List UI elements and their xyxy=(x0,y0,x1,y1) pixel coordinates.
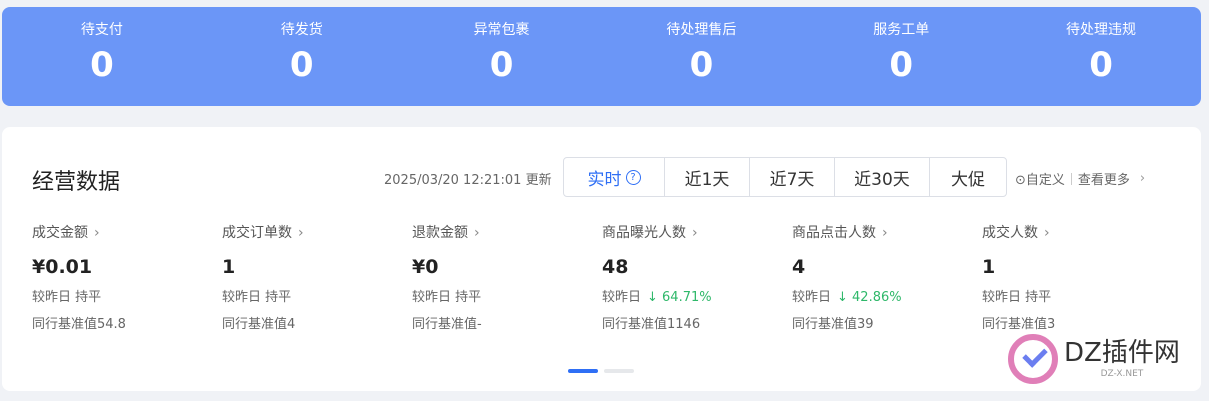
tab-realtime[interactable]: 实时 ? xyxy=(564,158,664,196)
metric-value: 48 xyxy=(602,256,629,278)
metric-label-link[interactable]: 商品点击人数 › xyxy=(792,224,972,242)
chevron-right-icon: › xyxy=(1044,225,1050,241)
stat-label: 服务工单 xyxy=(873,22,930,38)
tab-label: 实时 xyxy=(587,169,622,190)
stat-value: 0 xyxy=(889,45,914,85)
delta-down: ↓ 42.86% xyxy=(837,290,902,305)
metric-benchmark: 同行基准值3 xyxy=(982,317,1056,332)
stat-value: 0 xyxy=(689,45,714,85)
chevron-right-icon: › xyxy=(474,225,480,241)
metric-compare: 较昨日 持平 xyxy=(32,290,102,305)
stat-pending-payment[interactable]: 待支付 0 xyxy=(2,7,202,106)
watermark-title: DZ插件网 xyxy=(1064,338,1180,368)
stat-label: 待支付 xyxy=(80,22,123,38)
card-title: 经营数据 xyxy=(32,170,121,195)
metrics-row: 成交金额 › ¥0.01 较昨日 持平 同行基准值54.8 成交订单数 › 1 较昨… xyxy=(32,224,1182,344)
update-timestamp: 2025/03/20 12:21:01 更新 xyxy=(384,173,552,188)
metric-benchmark: 同行基准值39 xyxy=(792,317,874,332)
metric-value: 1 xyxy=(982,256,996,278)
stat-value: 0 xyxy=(289,45,314,85)
metric-exposure-users: 商品曝光人数 › 48 较昨日 ↓ 64.71% 同行基准值1146 xyxy=(602,224,782,334)
stat-pending-shipment[interactable]: 待发货 0 xyxy=(202,7,402,106)
card-tools: ⊙自定义 查看更多 › xyxy=(1015,169,1145,188)
metric-value: 4 xyxy=(792,256,806,278)
site-watermark: DZ插件网 DZ-X.NET xyxy=(1008,334,1180,384)
metric-label-link[interactable]: 退款金额 › xyxy=(412,224,592,242)
metric-label-link[interactable]: 商品曝光人数 › xyxy=(602,224,782,242)
view-more-link[interactable]: 查看更多 xyxy=(1078,169,1130,188)
tab-7-days[interactable]: 近7天 xyxy=(749,158,834,196)
pager-dot-2[interactable] xyxy=(604,369,634,373)
chevron-right-icon: › xyxy=(94,225,100,241)
stat-service-ticket[interactable]: 服务工单 0 xyxy=(801,7,1001,106)
metric-click-users: 商品点击人数 › 4 较昨日 ↓ 42.86% 同行基准值39 xyxy=(792,224,972,334)
metric-benchmark: 同行基准值4 xyxy=(222,317,296,332)
stat-value: 0 xyxy=(489,45,514,85)
delta-down: ↓ 64.71% xyxy=(647,290,712,305)
status-banner: 待支付 0 待发货 0 异常包裹 0 待处理售后 0 服务工单 0 待处理违规 … xyxy=(2,7,1201,106)
metric-label-link[interactable]: 成交金额 › xyxy=(32,224,212,242)
carousel-pager xyxy=(568,369,634,373)
metric-gmv: 成交金额 › ¥0.01 较昨日 持平 同行基准值54.8 xyxy=(32,224,212,334)
chevron-right-icon: › xyxy=(882,225,888,241)
time-range-tabs: 实时 ? 近1天 近7天 近30天 大促 xyxy=(563,157,1007,197)
chevron-right-icon: › xyxy=(298,225,304,241)
stat-label: 待发货 xyxy=(280,22,323,38)
metric-benchmark: 同行基准值54.8 xyxy=(32,317,126,332)
metric-value: ¥0.01 xyxy=(32,256,93,278)
watermark-subtitle: DZ-X.NET xyxy=(1100,369,1144,379)
pager-dot-1[interactable] xyxy=(568,369,598,373)
stat-label: 待处理售后 xyxy=(666,22,737,38)
metric-label-link[interactable]: 成交订单数 › xyxy=(222,224,402,242)
metric-benchmark: 同行基准值- xyxy=(412,317,482,332)
stat-value: 0 xyxy=(1089,45,1113,85)
metric-refund-amount: 退款金额 › ¥0 较昨日 持平 同行基准值- xyxy=(412,224,592,334)
tab-1-day[interactable]: 近1天 xyxy=(664,158,749,196)
metric-compare: 较昨日 ↓ 64.71% xyxy=(602,290,712,305)
metric-order-count: 成交订单数 › 1 较昨日 持平 同行基准值4 xyxy=(222,224,402,334)
chevron-right-icon: › xyxy=(1139,171,1146,186)
tab-30-days[interactable]: 近30天 xyxy=(834,158,929,196)
stat-value: 0 xyxy=(90,45,114,85)
metric-value: 1 xyxy=(222,256,236,278)
metric-label-link[interactable]: 成交人数 › xyxy=(982,224,1162,242)
watermark-logo-icon xyxy=(1008,334,1058,384)
tab-promotion[interactable]: 大促 xyxy=(929,158,1006,196)
metric-compare: 较昨日 持平 xyxy=(412,290,482,305)
customize-link[interactable]: ⊙自定义 xyxy=(1015,169,1065,188)
metric-buyer-count: 成交人数 › 1 较昨日 持平 同行基准值3 xyxy=(982,224,1162,334)
metric-compare: 较昨日 ↓ 42.86% xyxy=(792,290,902,305)
metric-value: ¥0 xyxy=(412,256,439,278)
stat-label: 待处理违规 xyxy=(1066,22,1137,38)
chevron-right-icon: › xyxy=(692,225,698,241)
help-icon[interactable]: ? xyxy=(625,169,641,185)
stat-label: 异常包裹 xyxy=(473,22,530,38)
divider xyxy=(1070,172,1072,185)
stat-pending-aftersale[interactable]: 待处理售后 0 xyxy=(601,7,801,106)
metric-compare: 较昨日 持平 xyxy=(222,290,292,305)
metric-benchmark: 同行基准值1146 xyxy=(602,317,701,332)
metric-compare: 较昨日 持平 xyxy=(982,290,1052,305)
stat-pending-violation[interactable]: 待处理违规 0 xyxy=(1001,7,1201,106)
stat-abnormal-package[interactable]: 异常包裹 0 xyxy=(402,7,602,106)
